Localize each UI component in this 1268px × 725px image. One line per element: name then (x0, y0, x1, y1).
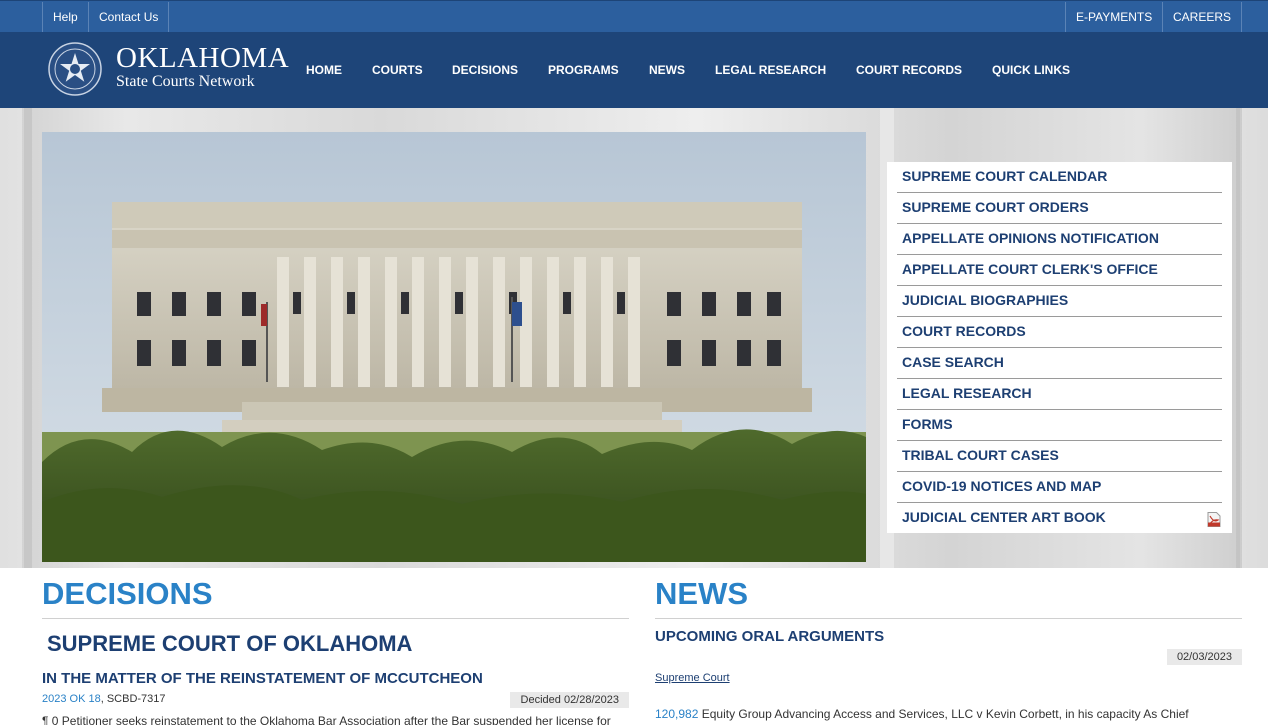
news-heading: NEWS (655, 576, 748, 611)
quick-link-item[interactable]: CASE SEARCH (897, 348, 1222, 379)
decisions-heading: DECISIONS (42, 576, 213, 611)
news-date-badge: 02/03/2023 (1167, 649, 1242, 665)
nav-courts[interactable]: COURTS (372, 32, 423, 108)
quick-link-covid-19-notices[interactable]: COVID-19 NOTICES AND MAP (902, 478, 1101, 494)
quick-link-item[interactable]: SUPREME COURT CALENDAR (897, 162, 1222, 193)
nav-court-records[interactable]: COURT RECORDS (856, 32, 962, 108)
quick-link-court-records[interactable]: COURT RECORDS (902, 323, 1026, 339)
decisions-divider (42, 618, 629, 619)
decision-citation-link[interactable]: 2023 OK 18 (42, 693, 101, 705)
nav-legal-research[interactable]: LEGAL RESEARCH (715, 32, 826, 108)
state-seal-icon (48, 42, 102, 96)
news-case-number-link[interactable]: 120,982 (655, 707, 698, 721)
decision-case-title-link[interactable]: IN THE MATTER OF THE REINSTATEMENT OF MC… (42, 670, 483, 687)
hero-banner: SUPREME COURT CALENDAR SUPREME COURT ORD… (0, 108, 1268, 568)
quick-link-art-book[interactable]: JUDICIAL CENTER ART BOOK (902, 509, 1106, 525)
quick-link-item[interactable]: FORMS (897, 410, 1222, 441)
logo-subtitle: State Courts Network (116, 73, 255, 90)
pdf-icon (1207, 512, 1221, 527)
quick-links-panel: SUPREME COURT CALENDAR SUPREME COURT ORD… (887, 162, 1232, 533)
nav-news[interactable]: NEWS (649, 32, 685, 108)
site-logo[interactable]: OKLAHOMA State Courts Network (48, 41, 289, 99)
news-divider (655, 618, 1242, 619)
nav-quick-links[interactable]: QUICK LINKS (992, 32, 1070, 108)
nav-decisions[interactable]: DECISIONS (452, 32, 518, 108)
news-case-line: 120,982 Equity Group Advancing Access an… (655, 707, 1189, 721)
quick-link-case-search[interactable]: CASE SEARCH (902, 354, 1004, 370)
careers-link[interactable]: CAREERS (1162, 2, 1243, 33)
logo-title: OKLAHOMA (116, 42, 290, 74)
quick-link-item[interactable]: SUPREME COURT ORDERS (897, 193, 1222, 224)
decision-date-badge: Decided 02/28/2023 (510, 692, 629, 708)
quick-link-item[interactable]: TRIBAL COURT CASES (897, 441, 1222, 472)
judicial-center-photo (42, 132, 866, 562)
quick-link-supreme-court-orders[interactable]: SUPREME COURT ORDERS (902, 199, 1089, 215)
news-court-link[interactable]: Supreme Court (655, 672, 730, 684)
quick-link-item[interactable]: APPELLATE COURT CLERK'S OFFICE (897, 255, 1222, 286)
quick-link-appellate-opinions-notification[interactable]: APPELLATE OPINIONS NOTIFICATION (902, 230, 1159, 246)
quick-link-forms[interactable]: FORMS (902, 416, 953, 432)
help-link[interactable]: Help (42, 2, 88, 33)
decision-summary: ¶ 0 Petitioner seeks reinstatement to th… (42, 714, 611, 725)
quick-link-judicial-biographies[interactable]: JUDICIAL BIOGRAPHIES (902, 292, 1068, 308)
utility-bar: Help Contact Us E-PAYMENTS CAREERS (0, 0, 1268, 33)
main-navigation: OKLAHOMA State Courts Network HOME COURT… (0, 32, 1268, 108)
decision-citation-line: 2023 OK 18, SCBD-7317 (42, 693, 166, 705)
decisions-court-name: SUPREME COURT OF OKLAHOMA (47, 631, 413, 656)
e-payments-link[interactable]: E-PAYMENTS (1065, 2, 1162, 33)
nav-programs[interactable]: PROGRAMS (548, 32, 619, 108)
contact-us-link[interactable]: Contact Us (88, 2, 170, 33)
quick-link-legal-research[interactable]: LEGAL RESEARCH (902, 385, 1032, 401)
quick-link-item[interactable]: LEGAL RESEARCH (897, 379, 1222, 410)
nav-home[interactable]: HOME (306, 32, 342, 108)
quick-link-item[interactable]: JUDICIAL CENTER ART BOOK (897, 503, 1222, 534)
news-case-text: Equity Group Advancing Access and Servic… (698, 707, 1189, 721)
quick-link-item[interactable]: APPELLATE OPINIONS NOTIFICATION (897, 224, 1222, 255)
quick-link-appellate-court-clerks-office[interactable]: APPELLATE COURT CLERK'S OFFICE (902, 261, 1158, 277)
quick-link-item[interactable]: JUDICIAL BIOGRAPHIES (897, 286, 1222, 317)
decision-docket: , SCBD-7317 (100, 693, 166, 705)
quick-link-supreme-court-calendar[interactable]: SUPREME COURT CALENDAR (902, 168, 1107, 184)
quick-link-item[interactable]: COURT RECORDS (897, 317, 1222, 348)
quick-link-item[interactable]: COVID-19 NOTICES AND MAP (897, 472, 1222, 503)
quick-link-tribal-court-cases[interactable]: TRIBAL COURT CASES (902, 447, 1059, 463)
news-subheading: UPCOMING ORAL ARGUMENTS (655, 628, 885, 645)
